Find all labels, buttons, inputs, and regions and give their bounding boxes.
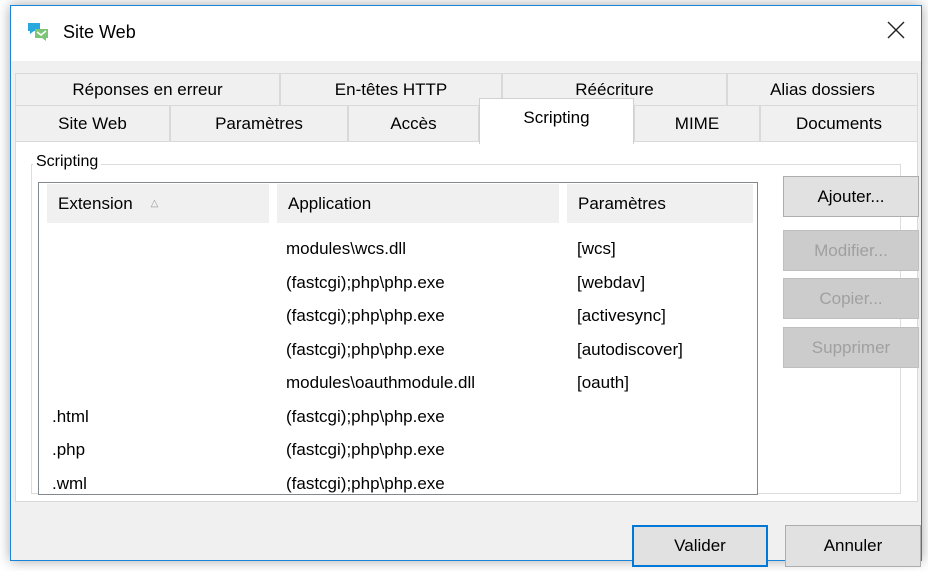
cell-application: (fastcgi);php\php.exe: [286, 440, 445, 459]
tab-parametres[interactable]: Paramètres: [170, 105, 348, 142]
cell-parameters: [oauth]: [577, 373, 629, 392]
cell-application: (fastcgi);php\php.exe: [286, 306, 445, 325]
chat-bubble-icon: [28, 23, 48, 41]
tab-en-tetes-http[interactable]: En-têtes HTTP: [280, 73, 502, 105]
delete-button[interactable]: Supprimer: [783, 327, 919, 368]
cell-application: (fastcgi);php\php.exe: [286, 473, 445, 493]
site-web-dialog: Site Web Réponses en erreur En-têtes HTT…: [10, 5, 922, 567]
tab-scripting[interactable]: Scripting: [479, 98, 634, 144]
table-row[interactable]: .html (fastcgi);php\php.exe: [39, 404, 757, 434]
cell-extension: .wml: [52, 473, 87, 493]
modify-button[interactable]: Modifier...: [783, 230, 919, 271]
cell-extension: .html: [52, 406, 89, 426]
column-header-extension[interactable]: Extension △: [47, 184, 269, 223]
validate-button[interactable]: Valider: [632, 525, 768, 567]
cell-parameters: [autodiscover]: [577, 339, 683, 359]
table-row[interactable]: (fastcgi);php\php.exe [activesync]: [39, 303, 757, 333]
table-row[interactable]: (fastcgi);php\php.exe [autodiscover]: [39, 337, 757, 367]
cell-extension: .php: [52, 440, 86, 459]
tab-reponses-en-erreur[interactable]: Réponses en erreur: [15, 73, 280, 105]
cell-parameters: [wcs]: [577, 239, 616, 258]
cell-parameters: [webdav]: [577, 272, 646, 292]
title-bar: Site Web: [11, 6, 921, 61]
cell-application: (fastcgi);php\php.exe: [286, 339, 445, 359]
cell-application: (fastcgi);php\php.exe: [286, 272, 445, 292]
group-title: Scripting: [33, 153, 102, 171]
cell-application: modules\wcs.dll: [286, 239, 406, 258]
column-header-parametres[interactable]: Paramètres: [567, 184, 753, 223]
table-row[interactable]: modules\oauthmodule.dll [oauth]: [39, 370, 757, 400]
table-row[interactable]: (fastcgi);php\php.exe [webdav]: [39, 270, 757, 300]
close-icon: [887, 21, 905, 39]
column-header-application[interactable]: Application: [277, 184, 559, 223]
tab-alias-dossiers[interactable]: Alias dossiers: [727, 73, 918, 105]
copy-button[interactable]: Copier...: [783, 278, 919, 319]
cell-application: (fastcgi);php\php.exe: [286, 406, 445, 426]
scripting-tab-panel: Scripting Extension △ Application Paramè…: [15, 141, 919, 502]
tab-site-web[interactable]: Site Web: [15, 105, 170, 142]
window-title: Site Web: [63, 22, 136, 42]
tab-acces[interactable]: Accès: [348, 105, 479, 142]
close-button[interactable]: [871, 6, 921, 54]
table-row[interactable]: .php (fastcgi);php\php.exe: [39, 437, 757, 467]
cell-application: modules\oauthmodule.dll: [286, 373, 476, 392]
tab-mime[interactable]: MIME: [634, 105, 760, 142]
scripting-list[interactable]: Extension △ Application Paramètres modul…: [38, 182, 758, 495]
add-button[interactable]: Ajouter...: [783, 176, 919, 217]
cancel-button[interactable]: Annuler: [785, 525, 921, 567]
sort-ascending-icon: △: [150, 198, 159, 209]
tab-documents[interactable]: Documents: [760, 105, 918, 142]
table-row[interactable]: modules\wcs.dll [wcs]: [39, 236, 757, 266]
cell-parameters: [activesync]: [577, 306, 666, 325]
table-row[interactable]: .wml (fastcgi);php\php.exe: [39, 471, 757, 501]
